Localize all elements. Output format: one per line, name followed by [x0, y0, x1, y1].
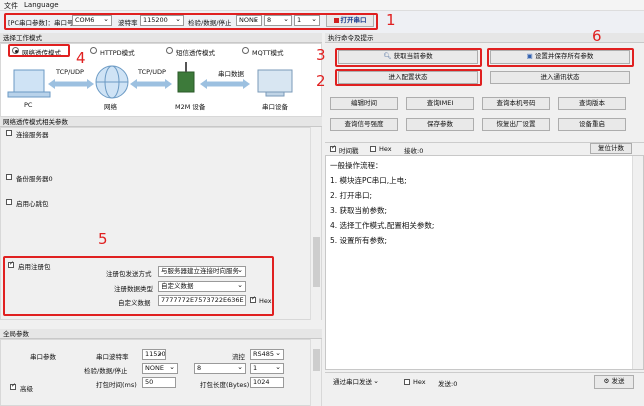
- send-via-select[interactable]: 通过串口发送: [330, 377, 382, 388]
- send-count: 发送:0: [438, 380, 458, 388]
- global-databits-select[interactable]: 8: [194, 363, 246, 374]
- steps-line: 2. 打开串口;: [330, 191, 373, 200]
- advanced-label: 高级: [20, 385, 33, 393]
- menu-language[interactable]: Language: [24, 1, 59, 9]
- radio-httpd-mode[interactable]: [90, 47, 97, 54]
- arrow-right-icon: [130, 79, 172, 89]
- diagram-network-label: 网络: [104, 103, 117, 111]
- receive-hex-label: Hex: [379, 145, 392, 153]
- pack-len-label: 打包长度(Bytes): [200, 381, 250, 389]
- arrow-serial-icon: [200, 79, 250, 89]
- heartbeat-label: 启用心跳包: [16, 200, 49, 208]
- annotation-1: 1: [386, 11, 396, 29]
- diagram-device-label: M2M 设备: [175, 103, 206, 111]
- serial-device-icon: [257, 69, 293, 97]
- cmd-query-signal-button[interactable]: 查询信号强度: [330, 118, 398, 131]
- steps-line: 一般操作流程：: [330, 161, 383, 170]
- receive-hex-checkbox[interactable]: [370, 146, 376, 152]
- global-title: 全局参数: [0, 329, 322, 339]
- send-button[interactable]: ⚙ 发送: [594, 375, 634, 389]
- receive-scrollbar[interactable]: [632, 156, 643, 369]
- diagram-serial-data: 串口数据: [218, 70, 244, 78]
- send-hex-label: Hex: [413, 378, 426, 386]
- enter-comm-button[interactable]: 进入通讯状态: [490, 71, 630, 84]
- receive-count: 接收:0: [404, 147, 424, 155]
- steps-line: 1. 模块连PC串口,上电;: [330, 176, 407, 185]
- pack-time-label: 打包时间(ms): [96, 381, 137, 389]
- advanced-checkbox[interactable]: [10, 382, 16, 390]
- steps-line: 4. 选择工作模式,配置相关参数;: [330, 221, 435, 230]
- menu-file[interactable]: 文件: [4, 1, 18, 11]
- cmd-query-imei-button[interactable]: 查询IMEI: [406, 97, 474, 110]
- global-scrollbar[interactable]: [310, 339, 321, 406]
- cmd-query-number-button[interactable]: 查询本机号码: [482, 97, 550, 110]
- m2m-device-icon: [177, 62, 195, 93]
- global-parity-label: 检验/数据/停止: [84, 367, 128, 375]
- diagram-tcp-left: TCP/UDP: [56, 68, 84, 76]
- global-flow-select[interactable]: RS485: [250, 349, 284, 360]
- params-scrollbar[interactable]: [310, 127, 321, 320]
- annotation-6: 6: [592, 27, 602, 45]
- steps-line: 3. 获取当前参数;: [330, 206, 388, 215]
- serial-params-label: 串口参数: [30, 353, 56, 361]
- globe-icon: [95, 65, 129, 99]
- cmd-query-version-button[interactable]: 查询版本: [558, 97, 626, 110]
- global-stopbits-select[interactable]: 1: [250, 363, 284, 374]
- highlight-box-3: [335, 48, 482, 67]
- annotation-3: 3: [316, 46, 326, 64]
- connect-server-row: 连接服务器: [4, 128, 310, 141]
- heartbeat-checkbox[interactable]: [6, 199, 12, 205]
- mode-title: 选择工作模式: [0, 33, 322, 43]
- highlight-box-1: [4, 13, 378, 30]
- global-scroll-thumb[interactable]: [313, 349, 320, 371]
- connect-server-checkbox[interactable]: [6, 130, 12, 136]
- diagram-pc-label: PC: [24, 101, 33, 109]
- diagram-serial-device: 串口设备: [262, 103, 288, 111]
- steps-text: 一般操作流程： 1. 模块连PC串口,上电; 2. 打开串口; 3. 获取当前参…: [330, 158, 620, 248]
- menu-bar: 文件 Language: [0, 0, 644, 11]
- send-hex-checkbox[interactable]: [404, 379, 410, 385]
- pack-len-input[interactable]: 1024: [250, 377, 284, 388]
- cmd-restart-button[interactable]: 设备重启: [558, 118, 626, 131]
- annotation-2: 2: [316, 72, 326, 90]
- cmd-factory-reset-button[interactable]: 恢复出厂设置: [482, 118, 550, 131]
- params-scroll-thumb[interactable]: [313, 237, 320, 287]
- backup-server-checkbox[interactable]: [6, 174, 12, 180]
- global-flow-label: 流控: [232, 353, 245, 361]
- backup-server-label: 备份服务器0: [16, 175, 53, 183]
- global-baud-select[interactable]: 115200: [142, 349, 166, 360]
- reset-count-button[interactable]: 复位计数: [590, 143, 632, 154]
- cmd-save-params-button[interactable]: 保存参数: [406, 118, 474, 131]
- cmd-edit-time-button[interactable]: 编辑时间: [330, 97, 398, 110]
- diagram-tcp-right: TCP/UDP: [138, 68, 166, 76]
- timestamp-label: 时间戳: [339, 147, 359, 155]
- radio-sms-mode[interactable]: [166, 47, 173, 54]
- highlight-box-4: [8, 44, 70, 57]
- global-parity-select[interactable]: NONE: [142, 363, 178, 374]
- mode-mqtt-label: MQTT模式: [252, 49, 284, 57]
- params-title: 网络透传模式相关参数: [0, 117, 322, 127]
- highlight-box-2: [335, 69, 482, 86]
- radio-mqtt-mode[interactable]: [242, 47, 249, 54]
- timestamp-checkbox[interactable]: [330, 144, 336, 152]
- highlight-box-6: [487, 48, 634, 67]
- highlight-box-5: [3, 256, 274, 316]
- pack-time-input[interactable]: 50: [142, 377, 176, 388]
- mode-httpd-label: HTTPD模式: [100, 49, 135, 57]
- mode-sms-label: 短信透传模式: [176, 49, 215, 57]
- annotation-5: 5: [98, 230, 108, 248]
- steps-line: 5. 设置所有参数;: [330, 236, 388, 245]
- connect-server-label: 连接服务器: [16, 131, 49, 139]
- arrow-left-icon: [48, 79, 94, 89]
- global-baud-label: 串口波特率: [96, 353, 129, 361]
- laptop-icon: [7, 69, 51, 98]
